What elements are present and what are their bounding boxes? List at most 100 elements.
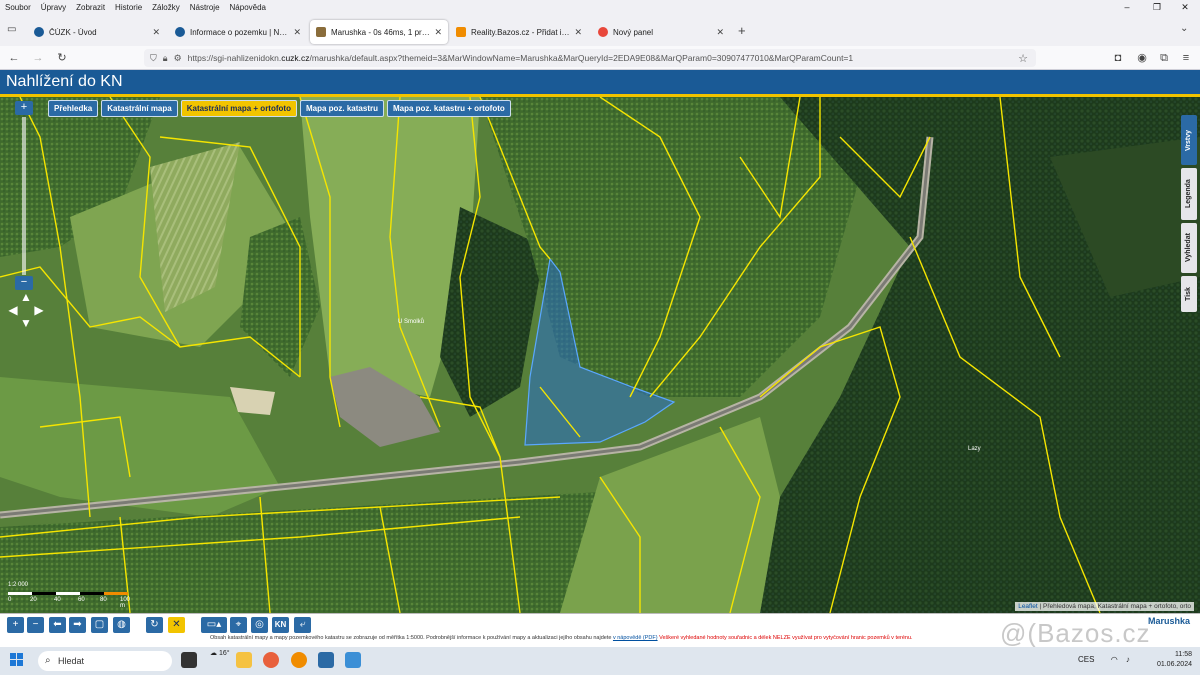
file-explorer-icon[interactable]: [236, 652, 252, 668]
pan-up-icon[interactable]: ▲: [19, 290, 33, 304]
bazos-favicon-icon: [456, 27, 466, 37]
app-header: Nahlížení do KN: [0, 70, 1200, 97]
side-tab-vrstvy[interactable]: Vrstvy: [1181, 115, 1197, 165]
zoom-in-tool-button[interactable]: +: [7, 617, 24, 633]
kn-info-button[interactable]: KN: [272, 617, 289, 633]
tab-informace[interactable]: Informace o pozemku | Nahlíže✕: [169, 20, 307, 44]
firefox-icon: [598, 27, 608, 37]
wifi-icon[interactable]: ◠: [1111, 655, 1118, 664]
map-tab-prehledka[interactable]: Přehledka: [48, 100, 99, 117]
new-tab-icon[interactable]: +: [738, 23, 746, 38]
map-tab-poz-katastr-ortofoto[interactable]: Mapa poz. katastru + ortofoto: [386, 100, 511, 117]
zoom-slider[interactable]: [22, 117, 26, 275]
tab-list-icon[interactable]: ▭: [7, 24, 16, 35]
word-icon[interactable]: [318, 652, 334, 668]
close-window-icon[interactable]: ✕: [1170, 0, 1200, 14]
reload-icon[interactable]: ↻: [54, 50, 70, 66]
tab-close-icon[interactable]: ✕: [574, 27, 582, 38]
measure-tool-button[interactable]: ▭▴: [201, 617, 227, 633]
tab-close-icon[interactable]: ✕: [152, 27, 160, 38]
map-attribution: Leaflet | Přehledová mapa, Katastrální m…: [1015, 602, 1194, 611]
system-tray[interactable]: CES ◠ ♪: [1078, 655, 1130, 664]
tab-cuzk-uvod[interactable]: ČÚZK - Úvod ✕: [28, 20, 166, 44]
side-tab-vyhledat[interactable]: Vyhledat: [1181, 223, 1197, 273]
scale-bar: 1:2 000 0 20 40 60 80 100 m: [8, 582, 131, 609]
globe-icon: [175, 27, 185, 37]
menu-nastroje[interactable]: Nástroje: [185, 3, 225, 12]
help-pdf-link[interactable]: v nápovědě (PDF): [613, 635, 658, 641]
address-bar[interactable]: ⛉ 🔒︎ ⚙ https://sgi-nahlizenidokn. cuzk.cz…: [144, 49, 1036, 67]
url-prefix: https://sgi-nahlizenidokn.: [187, 53, 282, 63]
scale-label: 1:2 000: [8, 582, 29, 588]
zoom-box-button[interactable]: ▢: [91, 617, 108, 633]
tab-marushka[interactable]: Marushka - 0s 46ms, 1 prvků ✕: [310, 20, 448, 44]
menu-zobrazit[interactable]: Zobrazit: [71, 3, 110, 12]
globe-icon: [34, 27, 44, 37]
orthophoto-map[interactable]: [0, 97, 1200, 613]
forward-icon[interactable]: →: [30, 50, 46, 66]
marushka-logo: Marushka: [1147, 616, 1190, 626]
avast-icon[interactable]: [291, 652, 307, 668]
locality-label: U Smolků: [398, 319, 425, 325]
task-view-icon[interactable]: [181, 652, 197, 668]
lock-icon: 🔒︎: [162, 52, 168, 63]
map-view[interactable]: U Smolků Lazy Přehledka Katastrální mapa…: [0, 97, 1200, 613]
side-tab-tisk[interactable]: Tisk: [1181, 276, 1197, 312]
menu-historie[interactable]: Historie: [110, 3, 147, 12]
map-type-tabs: Přehledka Katastrální mapa Katastrální m…: [48, 100, 511, 117]
gps-button[interactable]: ◎: [251, 617, 268, 633]
full-extent-button[interactable]: ◍: [113, 617, 130, 633]
menu-napoveda[interactable]: Nápověda: [225, 3, 271, 12]
menu-hamburger-icon[interactable]: ≡: [1178, 50, 1194, 66]
bookmark-star-icon[interactable]: ☆: [1018, 52, 1028, 65]
menu-zalozky[interactable]: Záložky: [147, 3, 185, 12]
taskbar-search[interactable]: ⌕ Hledat: [38, 651, 172, 671]
minimize-icon[interactable]: –: [1112, 0, 1142, 14]
url-rest: /marushka/default.aspx?themeid=3&MarWind…: [309, 53, 854, 63]
page-title: Nahlížení do KN: [6, 73, 123, 90]
next-view-button[interactable]: ➡: [69, 617, 86, 633]
tab-close-icon[interactable]: ✕: [293, 27, 301, 38]
tab-close-icon[interactable]: ✕: [716, 27, 724, 38]
windows-start-icon[interactable]: [10, 653, 24, 667]
side-tab-legenda[interactable]: Legenda: [1181, 168, 1197, 220]
restore-icon[interactable]: ❐: [1142, 0, 1172, 14]
marushka-favicon-icon: [316, 27, 326, 37]
weather-widget[interactable]: ☁ 16°: [210, 649, 230, 657]
firefox-icon[interactable]: [263, 652, 279, 668]
link-tool-button[interactable]: ⤶: [294, 617, 311, 633]
navigation-bar: ← → ↻ ⛉ 🔒︎ ⚙ https://sgi-nahlizenidokn. c…: [0, 46, 1200, 70]
volume-icon[interactable]: ♪: [1126, 655, 1130, 664]
clock[interactable]: 11:58 01.06.2024: [1157, 650, 1192, 670]
pan-right-icon[interactable]: ▶: [32, 303, 46, 317]
extensions-icon[interactable]: ⧉: [1156, 50, 1172, 66]
zoom-out-tool-button[interactable]: −: [27, 617, 44, 633]
language-indicator[interactable]: CES: [1078, 655, 1094, 664]
previous-view-button[interactable]: ⬅: [49, 617, 66, 633]
app-icon[interactable]: [345, 652, 361, 668]
bazos-watermark: @(Bazos.cz: [1000, 618, 1151, 648]
shield-icon: ⛉: [150, 52, 157, 63]
account-icon[interactable]: ◉: [1134, 50, 1150, 66]
tab-strip: ▭ ČÚZK - Úvod ✕ Informace o pozemku | Nah…: [0, 14, 1200, 46]
menu-soubor[interactable]: Soubor: [0, 3, 36, 12]
clear-selection-button[interactable]: ✕: [168, 617, 185, 633]
tab-bazos[interactable]: Reality.Bazos.cz - Přidat inzerát✕: [450, 20, 588, 44]
chevron-down-icon[interactable]: ⌄: [1180, 23, 1188, 34]
pan-left-icon[interactable]: ◀: [6, 303, 20, 317]
tab-close-icon[interactable]: ✕: [434, 27, 442, 38]
leaflet-link[interactable]: Leaflet: [1018, 603, 1038, 610]
zoom-in-button[interactable]: +: [15, 101, 33, 115]
location-pin-button[interactable]: ⌖: [230, 617, 247, 633]
tab-novy-panel[interactable]: Nový panel ✕: [592, 20, 730, 44]
map-tab-poz-katastr[interactable]: Mapa poz. katastru: [299, 100, 384, 117]
refresh-button[interactable]: ↻: [146, 617, 163, 633]
map-notice: Obsah katastrální mapy a mapy pozemkovéh…: [210, 635, 913, 641]
back-icon[interactable]: ←: [6, 50, 22, 66]
menu-upravy[interactable]: Úpravy: [36, 3, 71, 12]
pan-down-icon[interactable]: ▼: [19, 316, 33, 330]
pocket-icon[interactable]: ◘: [1110, 50, 1126, 66]
map-tab-katastralni[interactable]: Katastrální mapa: [101, 100, 178, 117]
zoom-out-button[interactable]: −: [15, 276, 33, 290]
map-tab-katastralni-ortofoto[interactable]: Katastrální mapa + ortofoto: [180, 100, 297, 117]
